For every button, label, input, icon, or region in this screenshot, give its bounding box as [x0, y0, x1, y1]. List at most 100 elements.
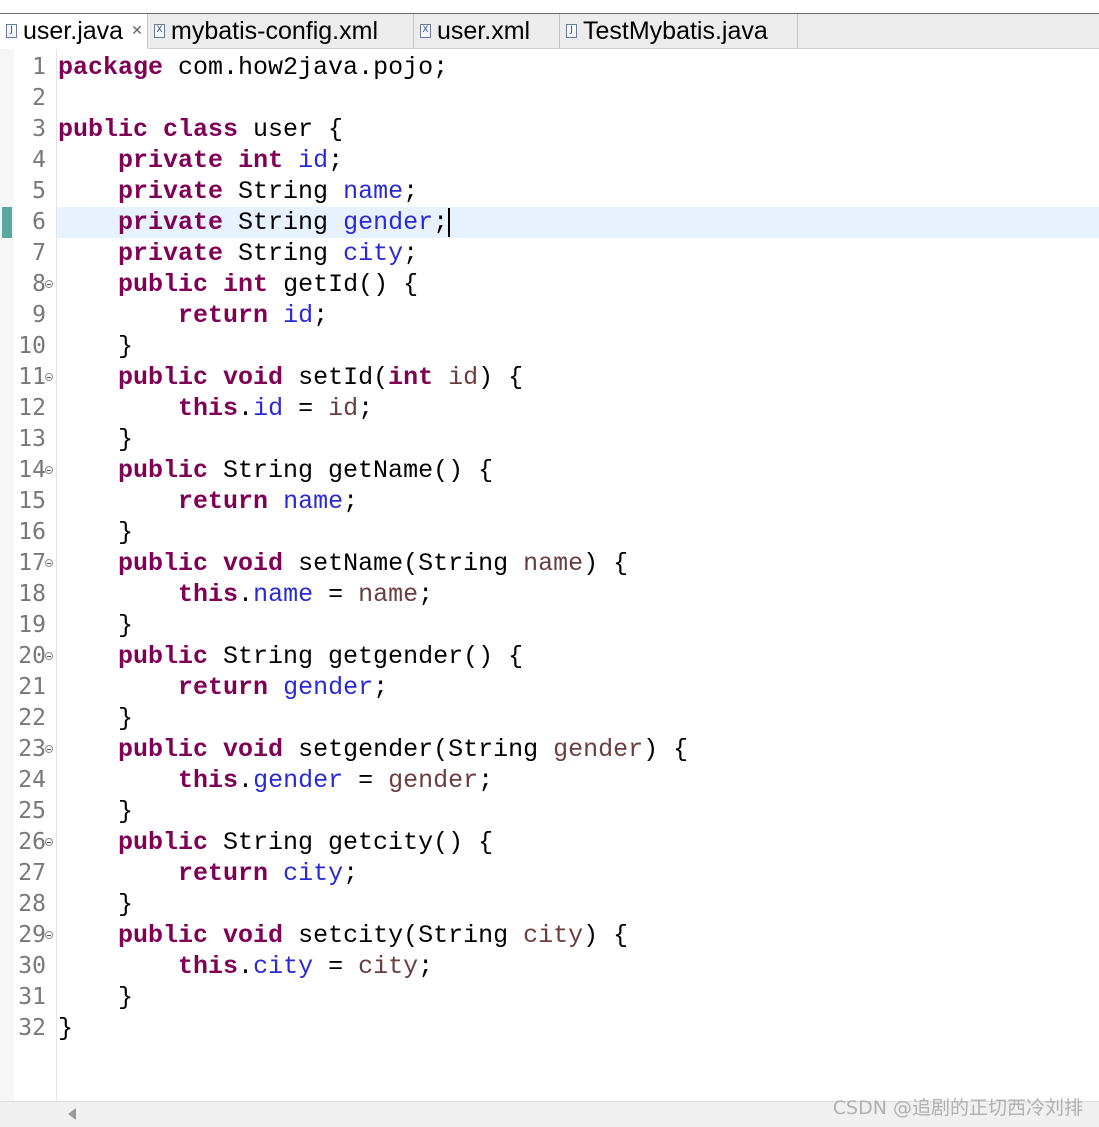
code-line[interactable]: 3 public class user { — [0, 114, 1099, 145]
code-token: String getgender() { — [208, 642, 524, 671]
code-text: } — [58, 610, 133, 641]
code-line[interactable]: 18 this.name = name; — [0, 579, 1099, 610]
keyword-token: public — [118, 456, 209, 485]
keyword-token: public — [118, 642, 209, 671]
tab-user-xml[interactable]: Xuser.xml — [414, 14, 560, 48]
code-line[interactable]: 12 this.id = id; — [0, 393, 1099, 424]
line-number: 27 — [18, 860, 46, 886]
code-line[interactable]: 5 private String name; — [0, 176, 1099, 207]
change-marker — [2, 207, 12, 238]
line-number: 3 — [32, 116, 46, 142]
java-file-icon: J — [6, 24, 17, 38]
tab-label: mybatis-config.xml — [171, 16, 378, 45]
field-token: name — [253, 580, 314, 609]
tab-testmybatis-java[interactable]: J TestMybatis.java — [560, 14, 798, 48]
code-token: com.how2java.pojo; — [163, 53, 449, 82]
code-line[interactable]: 1 package com.how2java.pojo; — [0, 52, 1099, 83]
code-line[interactable]: 16 } — [0, 517, 1099, 548]
code-text: private String city; — [58, 238, 418, 269]
code-line[interactable]: 21 return gender; — [0, 672, 1099, 703]
field-token: gender — [283, 673, 374, 702]
code-text: this.id = id; — [58, 393, 373, 424]
code-line[interactable]: 27 return city; — [0, 858, 1099, 889]
code-line[interactable]: 31 } — [0, 982, 1099, 1013]
keyword-token: public — [118, 363, 209, 392]
code-line[interactable]: 17 public void setName(String name) { — [0, 548, 1099, 579]
fold-toggle-icon[interactable] — [45, 931, 53, 939]
fold-toggle-icon[interactable] — [45, 838, 53, 846]
line-number: 30 — [18, 953, 46, 979]
line-number: 12 — [18, 395, 46, 421]
code-text: private int id; — [58, 145, 343, 176]
line-number: 20 — [18, 643, 46, 669]
parameter-token: id — [328, 394, 359, 423]
fold-toggle-icon[interactable] — [45, 652, 53, 660]
field-token: city — [343, 239, 404, 268]
code-token: ; — [478, 766, 494, 795]
field-token: name — [283, 487, 344, 516]
code-token: . — [238, 394, 254, 423]
fold-toggle-icon[interactable] — [45, 559, 53, 567]
code-token: = — [283, 394, 329, 423]
code-line[interactable]: 25 } — [0, 796, 1099, 827]
code-token: ; — [433, 208, 449, 237]
code-text: public void setName(String name) { — [58, 548, 628, 579]
code-line[interactable]: 30 this.city = city; — [0, 951, 1099, 982]
keyword-token: return — [178, 301, 269, 330]
field-token: city — [253, 952, 314, 981]
code-line[interactable]: 10 } — [0, 331, 1099, 362]
code-line[interactable]: 32} — [0, 1013, 1099, 1044]
code-line[interactable]: 9 return id; — [0, 300, 1099, 331]
editor-tab-bar: Juser.java ✕ Xmybatis-config.xml Xuser.xml J… — [0, 14, 1099, 49]
code-line[interactable]: 7 private String city; — [0, 238, 1099, 269]
code-line[interactable]: 13 } — [0, 424, 1099, 455]
keyword-token: this — [178, 394, 239, 423]
tab-user-java[interactable]: Juser.java ✕ — [0, 14, 148, 49]
code-line[interactable]: 22 } — [0, 703, 1099, 734]
code-line[interactable]: 24 this.gender = gender; — [0, 765, 1099, 796]
code-line[interactable]: 29 public void setcity(String city) { — [0, 920, 1099, 951]
code-line[interactable]: 28 } — [0, 889, 1099, 920]
code-line[interactable]: 20 public String getgender() { — [0, 641, 1099, 672]
keyword-token: void — [223, 921, 284, 950]
code-text: package com.how2java.pojo; — [58, 52, 448, 83]
code-editor[interactable]: 1 package com.how2java.pojo; 2 3 public clas… — [0, 49, 1099, 1101]
code-text: this.gender = gender; — [58, 765, 493, 796]
fold-toggle-icon[interactable] — [45, 466, 53, 474]
code-line[interactable]: 15 return name; — [0, 486, 1099, 517]
keyword-token: void — [223, 549, 284, 578]
code-token: String — [223, 208, 344, 237]
fold-toggle-icon[interactable] — [45, 373, 53, 381]
line-number: 11 — [18, 364, 46, 390]
code-line[interactable]: 4 private int id; — [0, 145, 1099, 176]
code-text: } — [58, 796, 133, 827]
code-line[interactable]: 26 public String getcity() { — [0, 827, 1099, 858]
code-line[interactable]: 6 private String gender; — [0, 207, 1099, 238]
code-line[interactable]: 11 public void setId(int id) { — [0, 362, 1099, 393]
field-token: id — [253, 394, 284, 423]
fold-toggle-icon[interactable] — [45, 745, 53, 753]
code-token: ; — [343, 859, 359, 888]
code-line[interactable]: 23 public void setgender(String gender) … — [0, 734, 1099, 765]
keyword-token: void — [223, 735, 284, 764]
code-line[interactable]: 14 public String getName() { — [0, 455, 1099, 486]
close-tab-icon[interactable]: ✕ — [131, 23, 143, 39]
code-line[interactable]: 19 } — [0, 610, 1099, 641]
tab-label: user.xml — [437, 16, 531, 45]
tab-mybatis-config-xml[interactable]: Xmybatis-config.xml — [148, 14, 414, 48]
line-number: 23 — [18, 736, 46, 762]
keyword-token: public — [118, 828, 209, 857]
xml-file-icon: X — [154, 24, 165, 38]
code-token: String getName() { — [208, 456, 494, 485]
fold-toggle-icon[interactable] — [45, 280, 53, 288]
scroll-left-icon[interactable] — [68, 1108, 76, 1120]
keyword-token: int — [388, 363, 434, 392]
code-line[interactable]: 2 — [0, 83, 1099, 114]
code-line[interactable]: 8 public int getId() { — [0, 269, 1099, 300]
